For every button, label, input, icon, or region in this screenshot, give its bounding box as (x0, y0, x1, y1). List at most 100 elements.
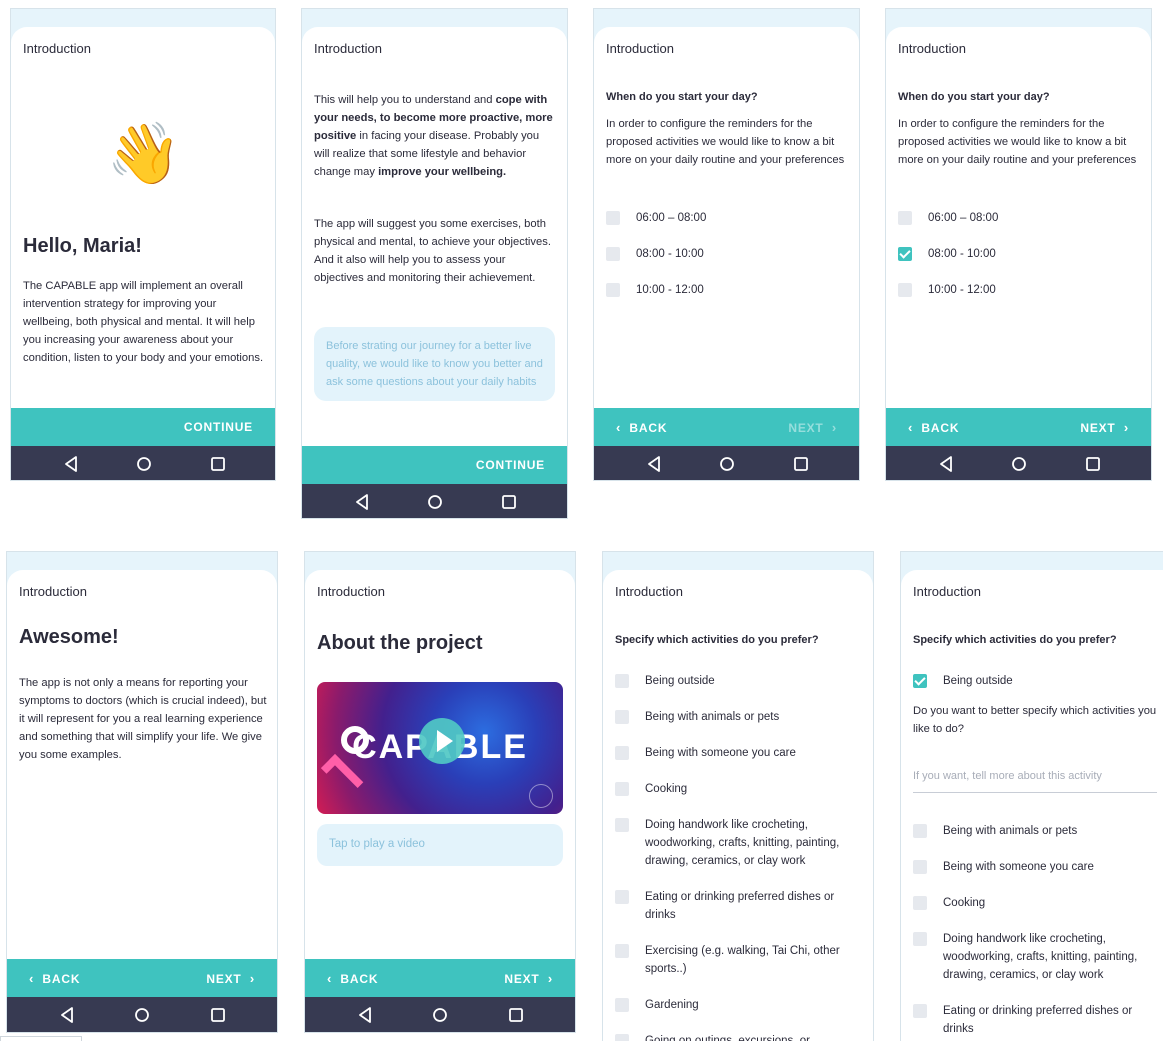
activity-option[interactable]: Being outside (913, 672, 1155, 690)
controls-bar: ‹ BACK NEXT › (305, 959, 575, 997)
checkbox[interactable] (615, 1034, 629, 1041)
back-triangle-icon[interactable] (57, 1006, 77, 1024)
checkbox[interactable] (913, 896, 927, 910)
recents-square-icon[interactable] (499, 493, 519, 511)
checkbox[interactable] (615, 998, 629, 1012)
back-triangle-icon[interactable] (61, 455, 81, 473)
chevron-left-icon: ‹ (29, 971, 35, 986)
activity-option[interactable]: Doing handwork like crocheting, woodwork… (913, 930, 1155, 984)
checkbox[interactable] (615, 944, 629, 958)
controls-bar: CONTINUE (302, 446, 567, 484)
android-navbar (886, 446, 1151, 480)
checkbox[interactable] (913, 860, 927, 874)
screen-start-day-selected: Introduction When do you start your day?… (885, 8, 1152, 481)
back-button[interactable]: ‹ BACK (908, 420, 959, 435)
activity-option[interactable]: Cooking (615, 780, 865, 798)
chevron-right-icon: › (547, 971, 553, 986)
back-triangle-icon[interactable] (644, 455, 664, 473)
tap-to-play-box[interactable]: Tap to play a video (317, 824, 563, 866)
question-title: When do you start your day? (606, 91, 758, 103)
activity-option[interactable]: Eating or drinking preferred dishes or d… (615, 888, 865, 924)
back-triangle-icon[interactable] (352, 493, 372, 511)
back-triangle-icon[interactable] (355, 1006, 375, 1024)
time-option[interactable]: 06:00 – 08:00 (606, 209, 851, 227)
home-circle-icon[interactable] (1009, 455, 1029, 473)
checkbox[interactable] (615, 818, 629, 832)
chevron-left-icon: ‹ (616, 420, 622, 435)
home-circle-icon[interactable] (430, 1006, 450, 1024)
intro-paragraph: The CAPABLE app will implement an overal… (23, 280, 264, 364)
checkbox[interactable] (615, 890, 629, 904)
chevron-right-icon: › (1123, 420, 1129, 435)
checkbox[interactable] (606, 283, 620, 297)
time-option[interactable]: 10:00 - 12:00 (898, 281, 1143, 299)
question-title: Specify which activities do you prefer? (913, 634, 1117, 646)
activity-option[interactable]: Doing handwork like crocheting, woodwork… (615, 816, 865, 870)
page-title: Hello, Maria! (23, 235, 142, 257)
activity-option[interactable]: Being with someone you care (615, 744, 865, 762)
video-player[interactable]: CAPABLE (317, 682, 563, 814)
continue-button[interactable]: CONTINUE (476, 458, 545, 472)
time-option[interactable]: 08:00 - 10:00 (898, 245, 1143, 263)
activity-option[interactable]: Cooking (913, 894, 1155, 912)
screen-about-project: Introduction About the project CAPABLE T… (304, 551, 576, 1033)
activity-option[interactable]: Being with animals or pets (615, 708, 865, 726)
home-circle-icon[interactable] (132, 1006, 152, 1024)
screen-header: Introduction (19, 584, 87, 599)
activity-option[interactable]: Gardening (615, 996, 865, 1014)
screen-header: Introduction (317, 584, 385, 599)
back-button[interactable]: ‹ BACK (327, 971, 378, 986)
checkbox[interactable] (898, 283, 912, 297)
home-circle-icon[interactable] (425, 493, 445, 511)
back-triangle-icon[interactable] (936, 455, 956, 473)
recents-square-icon[interactable] (791, 455, 811, 473)
activity-detail-input[interactable]: If you want, tell more about this activi… (913, 770, 1157, 793)
checkbox[interactable] (606, 247, 620, 261)
checkbox[interactable] (913, 932, 927, 946)
checkbox[interactable] (913, 824, 927, 838)
followup-question: Do you want to better specify which acti… (913, 705, 1157, 735)
checkbox[interactable] (615, 782, 629, 796)
activity-option[interactable]: Going on outings, excursions, or (615, 1032, 865, 1041)
checkbox[interactable] (615, 674, 629, 688)
play-icon[interactable] (419, 718, 465, 764)
continue-button[interactable]: CONTINUE (184, 420, 253, 434)
screen-card: Introduction Awesome! The app is not onl… (7, 570, 277, 1032)
screen-card: Introduction About the project CAPABLE T… (305, 570, 575, 1032)
time-option[interactable]: 06:00 – 08:00 (898, 209, 1143, 227)
screen-card: Introduction Specify which activities do… (901, 570, 1163, 1041)
screen-header: Introduction (913, 584, 981, 599)
activity-option[interactable]: Being with animals or pets (913, 822, 1155, 840)
home-circle-icon[interactable] (134, 455, 154, 473)
android-navbar (302, 484, 567, 518)
activity-option[interactable]: Eating or drinking preferred dishes or d… (913, 1002, 1155, 1038)
recents-square-icon[interactable] (506, 1006, 526, 1024)
checkbox[interactable] (615, 710, 629, 724)
checkbox[interactable] (913, 1004, 927, 1018)
question-description: In order to configure the reminders for … (898, 118, 1137, 166)
next-button[interactable]: NEXT › (1080, 420, 1129, 435)
next-button[interactable]: NEXT › (504, 971, 553, 986)
time-option[interactable]: 10:00 - 12:00 (606, 281, 851, 299)
back-button[interactable]: ‹ BACK (29, 971, 80, 986)
home-circle-icon[interactable] (717, 455, 737, 473)
checkbox-checked[interactable] (898, 247, 912, 261)
back-button[interactable]: ‹ BACK (616, 420, 667, 435)
screen-header: Introduction (23, 41, 91, 56)
time-option[interactable]: 08:00 - 10:00 (606, 245, 851, 263)
activity-option[interactable]: Being outside (615, 672, 865, 690)
checkbox[interactable] (898, 211, 912, 225)
checkbox-checked[interactable] (913, 674, 927, 688)
next-button[interactable]: NEXT › (206, 971, 255, 986)
activity-option[interactable]: Exercising (e.g. walking, Tai Chi, other… (615, 942, 865, 978)
recents-square-icon[interactable] (208, 1006, 228, 1024)
activity-option[interactable]: Being with someone you care (913, 858, 1155, 876)
screen-hello: Introduction 👋 Hello, Maria! The CAPABLE… (10, 8, 276, 481)
checkbox[interactable] (615, 746, 629, 760)
recents-square-icon[interactable] (208, 455, 228, 473)
screen-activities-list: Introduction Specify which activities do… (602, 551, 874, 1041)
page-title: Awesome! (19, 626, 119, 648)
checkbox[interactable] (606, 211, 620, 225)
screen-awesome: Introduction Awesome! The app is not onl… (6, 551, 278, 1033)
recents-square-icon[interactable] (1083, 455, 1103, 473)
